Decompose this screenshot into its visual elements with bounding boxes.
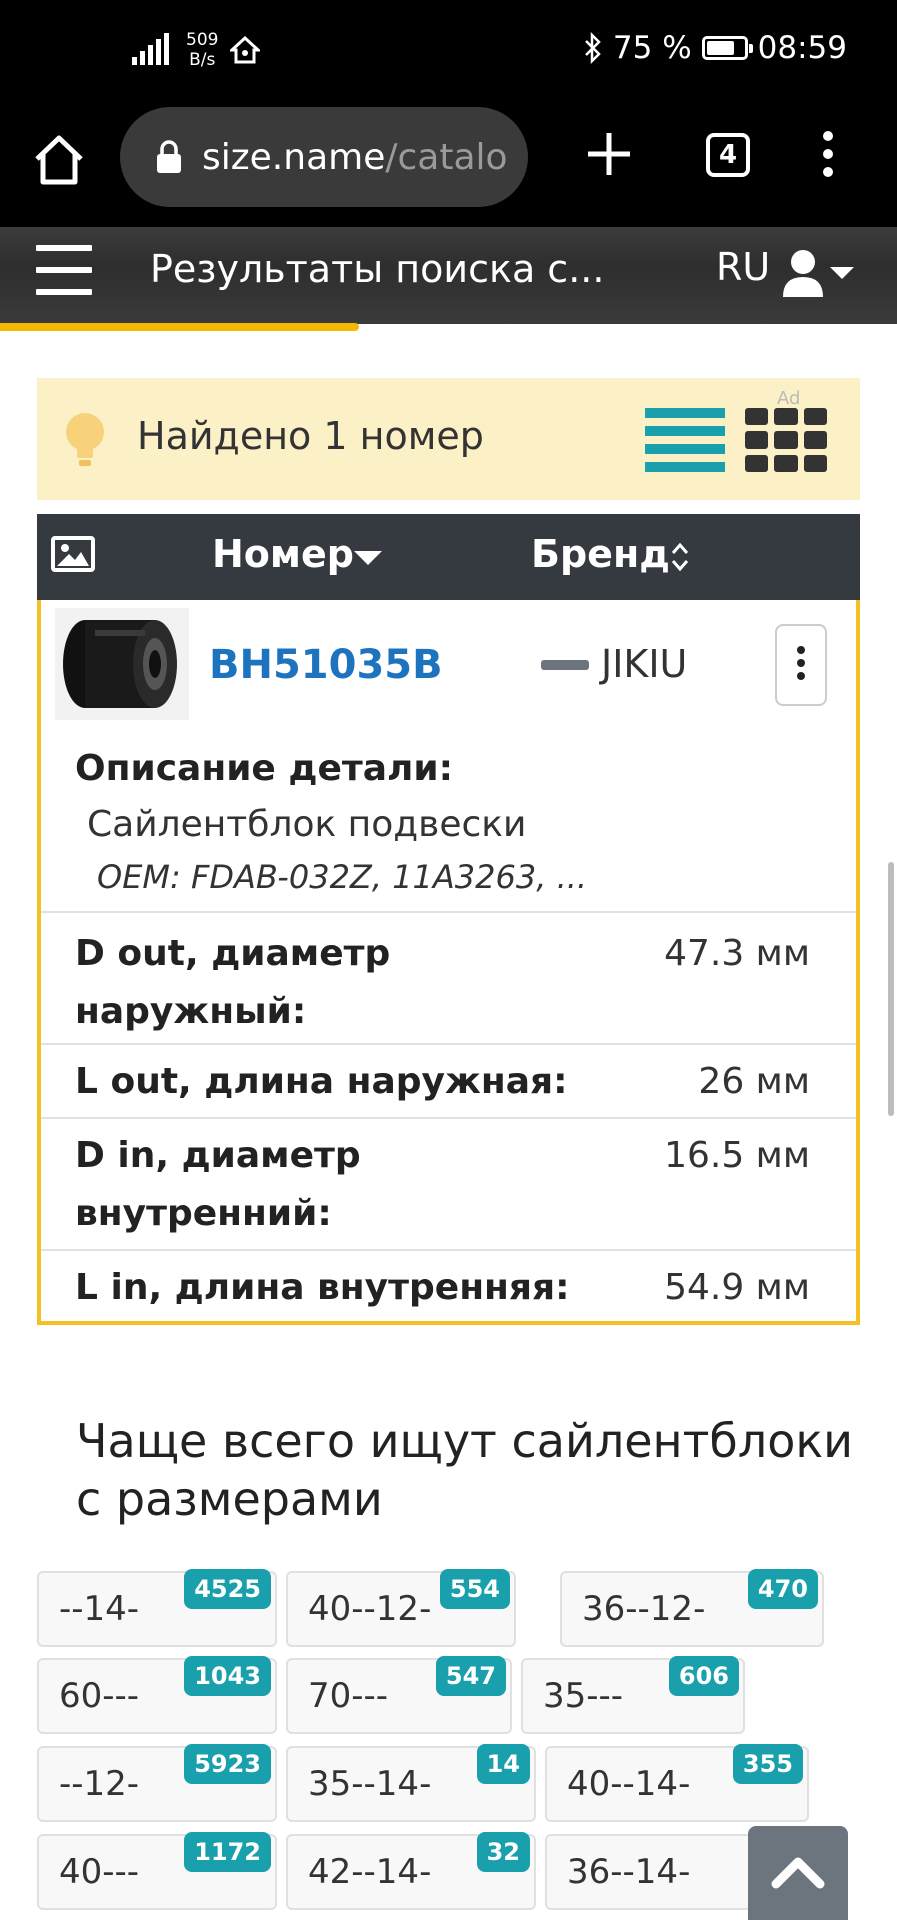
spec-row: L out, длина наружная: 26 мм <box>41 1043 856 1117</box>
size-chip[interactable]: 60--- 1043 <box>37 1656 277 1734</box>
list-view-icon[interactable] <box>645 408 725 472</box>
image-icon <box>51 536 95 572</box>
size-chip[interactable]: --12- 5923 <box>37 1744 277 1822</box>
spec-row: D out, диаметр наружный: 47.3 мм <box>41 911 856 1043</box>
url-path: /catalo <box>385 136 508 178</box>
spec-value: 47.3 мм <box>664 933 810 974</box>
ad-label: Ad <box>777 388 801 409</box>
results-table-header: Номер Бренд <box>37 514 860 600</box>
description-text: Сайлентблок подвески <box>87 804 527 845</box>
spec-value: 26 мм <box>698 1061 810 1102</box>
column-header-number[interactable]: Номер <box>212 532 354 576</box>
count-badge: 32 <box>476 1832 530 1872</box>
size-chip[interactable]: 40--14- 355 <box>545 1744 809 1822</box>
url-domain: size.name <box>202 136 386 178</box>
size-chip[interactable]: 42--14- 32 <box>286 1832 536 1910</box>
sort-desc-icon[interactable] <box>354 551 382 565</box>
signal-icon <box>130 33 174 67</box>
spec-label: D in, диаметр внутренний: <box>75 1135 361 1234</box>
count-badge: 1172 <box>184 1832 271 1872</box>
count-badge: 355 <box>732 1744 803 1784</box>
size-chip[interactable]: 35--14- 14 <box>286 1744 536 1822</box>
address-bar[interactable]: size.name/catalo <box>120 107 528 207</box>
part-number-link[interactable]: BH51035B <box>209 642 443 688</box>
kebab-menu-icon[interactable] <box>818 131 838 181</box>
spec-label: L out, длина наружная: <box>75 1061 568 1102</box>
network-speed: 509 B/s <box>186 30 219 70</box>
column-header-brand[interactable]: Бренд <box>531 532 670 576</box>
brand-name: JIKIU <box>601 642 688 686</box>
count-badge: 1043 <box>184 1656 271 1696</box>
scroll-to-top-button[interactable] <box>748 1826 848 1920</box>
spec-label: L in, длина внутренняя: <box>75 1267 570 1308</box>
lock-icon <box>157 140 181 173</box>
size-chip[interactable]: --14- 4525 <box>37 1569 277 1647</box>
size-chip[interactable]: 70--- 547 <box>286 1656 512 1734</box>
sort-icon[interactable] <box>670 542 690 572</box>
hamburger-menu-icon[interactable] <box>36 245 92 301</box>
count-badge: 554 <box>439 1569 510 1609</box>
battery-percent: 75 % <box>612 30 692 66</box>
size-chip[interactable]: 40--- 1172 <box>37 1832 277 1910</box>
plus-icon[interactable] <box>584 129 634 179</box>
home-network-icon <box>230 36 261 64</box>
chevron-up-icon <box>771 1857 825 1889</box>
spec-label: D out, диаметр наружный: <box>75 933 391 1032</box>
oem-numbers: OEM: FDAB-032Z, 11A3263, ... <box>97 858 588 896</box>
language-selector[interactable]: RU <box>716 245 770 289</box>
page-load-progress <box>0 323 897 331</box>
home-icon[interactable] <box>32 133 86 187</box>
user-icon[interactable] <box>781 249 825 299</box>
description-label: Описание детали: <box>75 748 454 789</box>
part-actions-button[interactable] <box>775 624 827 706</box>
status-bar: 509 B/s 75 % 08:59 <box>0 0 897 105</box>
grid-view-icon[interactable] <box>745 408 827 472</box>
count-badge: 5923 <box>184 1744 271 1784</box>
clock: 08:59 <box>757 30 847 66</box>
tab-switcher-button[interactable]: 4 <box>706 133 750 177</box>
spec-value: 16.5 мм <box>664 1135 810 1176</box>
spec-value: 54.9 мм <box>664 1267 810 1308</box>
results-summary: Найдено 1 номер Ad <box>37 378 860 500</box>
spec-row: L in, длина внутренняя: 54.9 мм <box>41 1249 856 1323</box>
size-chip[interactable]: 40--12- 554 <box>286 1569 516 1647</box>
count-badge: 14 <box>476 1744 530 1784</box>
count-badge: 606 <box>668 1656 739 1696</box>
spec-row: D in, диаметр внутренний: 16.5 мм <box>41 1117 856 1249</box>
popular-sizes-title: Чаще всего ищут сайлентблоки с размерами <box>76 1414 854 1526</box>
site-header: Результаты поиска с... RU <box>0 227 897 324</box>
size-chip[interactable]: 36--12- 470 <box>560 1569 824 1647</box>
found-count-text: Найдено 1 номер <box>137 414 484 458</box>
battery-icon <box>701 36 753 60</box>
page-title: Результаты поиска с... <box>150 247 605 291</box>
count-badge: 547 <box>435 1656 506 1696</box>
brand-logo <box>541 660 589 670</box>
lightbulb-icon <box>66 413 104 466</box>
browser-toolbar: size.name/catalo 4 <box>0 105 897 227</box>
count-badge: 4525 <box>184 1569 271 1609</box>
chevron-down-icon[interactable] <box>830 267 854 279</box>
count-badge: 470 <box>747 1569 818 1609</box>
result-card: BH51035B JIKIU Описание детали: Сайлентб… <box>37 600 860 1325</box>
size-chip[interactable]: 35--- 606 <box>521 1656 745 1734</box>
scrollbar[interactable] <box>888 862 894 1116</box>
bluetooth-icon <box>585 32 601 64</box>
part-thumbnail[interactable] <box>55 608 189 720</box>
